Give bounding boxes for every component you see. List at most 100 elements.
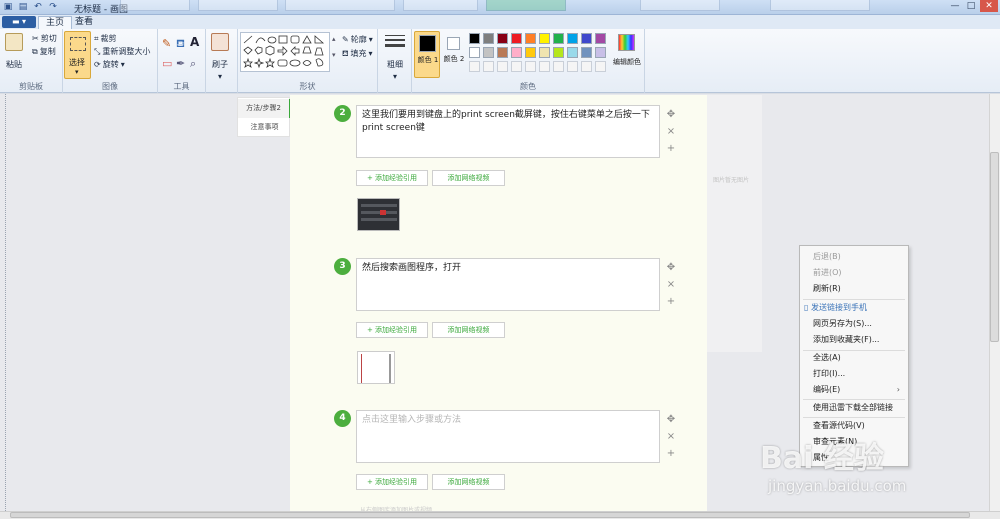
- minimize-button[interactable]: —: [948, 0, 962, 12]
- copy-button[interactable]: ⧉ 复制: [32, 46, 56, 57]
- color-swatch[interactable]: [469, 47, 480, 58]
- fill-bucket-icon[interactable]: ⛾: [176, 37, 185, 52]
- pencil-icon[interactable]: ✎: [162, 37, 171, 50]
- taskbar-tab[interactable]: [285, 0, 395, 11]
- context-thunder-download[interactable]: 使用迅雷下载全部链接: [800, 400, 908, 416]
- taskbar-tab[interactable]: [403, 0, 478, 11]
- text-tool-icon[interactable]: A: [190, 35, 199, 49]
- custom-color-slot[interactable]: [469, 61, 480, 72]
- step-text-box[interactable]: 点击这里输入步骤或方法: [356, 410, 660, 463]
- color-swatch[interactable]: [525, 47, 536, 58]
- color-swatch[interactable]: [539, 47, 550, 58]
- color-swatch[interactable]: [469, 33, 480, 44]
- undo-icon[interactable]: ↶: [32, 1, 44, 13]
- remove-icon[interactable]: ×: [666, 126, 676, 137]
- step-text-box[interactable]: 然后搜索画图程序，打开: [356, 258, 660, 311]
- color-swatch[interactable]: [581, 47, 592, 58]
- custom-color-slot[interactable]: [511, 61, 522, 72]
- add-quote-button[interactable]: + 添加经验引用: [356, 170, 428, 186]
- color-swatch[interactable]: [567, 33, 578, 44]
- paste-button[interactable]: 粘贴: [5, 33, 23, 70]
- horizontal-scroll-thumb[interactable]: [10, 512, 970, 518]
- add-icon[interactable]: +: [666, 143, 676, 154]
- edit-colors-button[interactable]: 编辑颜色: [611, 31, 643, 78]
- crop-button[interactable]: ⌗ 裁剪: [94, 33, 117, 44]
- color-picker-icon[interactable]: ✒: [176, 57, 185, 70]
- add-quote-button[interactable]: + 添加经验引用: [356, 474, 428, 490]
- shapes-gallery[interactable]: [240, 32, 330, 72]
- color-swatch[interactable]: [511, 47, 522, 58]
- custom-color-slot[interactable]: [525, 61, 536, 72]
- color-swatch[interactable]: [595, 33, 606, 44]
- paint-app-icon[interactable]: ▣: [2, 1, 14, 13]
- custom-color-slot[interactable]: [539, 61, 550, 72]
- maximize-button[interactable]: □: [964, 0, 978, 12]
- shapes-scroll-up-icon[interactable]: ▴: [332, 35, 336, 43]
- custom-color-slot[interactable]: [497, 61, 508, 72]
- remove-icon[interactable]: ×: [666, 279, 676, 290]
- outline-button[interactable]: ✎ 轮廓 ▾: [342, 34, 373, 45]
- fill-button[interactable]: ⛾ 填充 ▾: [342, 48, 373, 59]
- brushes-button[interactable]: 刷子 ▾: [211, 33, 229, 81]
- context-refresh[interactable]: 刷新(R): [800, 281, 908, 297]
- color-swatch[interactable]: [581, 33, 592, 44]
- custom-color-slot[interactable]: [553, 61, 564, 72]
- remove-icon[interactable]: ×: [666, 431, 676, 442]
- color-swatch[interactable]: [483, 33, 494, 44]
- color-swatch[interactable]: [553, 47, 564, 58]
- select-button[interactable]: 选择 ▾: [64, 31, 91, 79]
- color-swatch[interactable]: [525, 33, 536, 44]
- add-video-button[interactable]: 添加网络视频: [432, 170, 505, 186]
- tab-home[interactable]: 主页: [38, 16, 73, 29]
- rotate-button[interactable]: ⟳ 旋转 ▾: [94, 59, 125, 70]
- nav-item-steps[interactable]: 方法/步骤2: [238, 99, 291, 118]
- save-icon[interactable]: ▤: [17, 1, 29, 13]
- add-video-button[interactable]: 添加网络视频: [432, 474, 505, 490]
- taskbar-tab[interactable]: [198, 0, 278, 11]
- eraser-icon[interactable]: ▭: [162, 57, 172, 70]
- custom-color-slot[interactable]: [581, 61, 592, 72]
- color1-button[interactable]: 颜色 1: [414, 31, 440, 78]
- context-forward[interactable]: 前进(O): [800, 265, 908, 281]
- redo-icon[interactable]: ↷: [47, 1, 59, 13]
- context-select-all[interactable]: 全选(A): [800, 350, 908, 366]
- size-button[interactable]: 粗细 ▾: [384, 33, 406, 81]
- cut-button[interactable]: ✂ 剪切: [32, 33, 57, 44]
- step-text-box[interactable]: 这里我们要用到键盘上的print screen截屏键，按住右键菜单之后按一下pr…: [356, 105, 660, 158]
- resize-button[interactable]: ⤡ 重新调整大小: [94, 46, 150, 57]
- color-swatch[interactable]: [497, 47, 508, 58]
- move-icon[interactable]: ✥: [666, 414, 676, 425]
- color-swatch[interactable]: [483, 47, 494, 58]
- move-icon[interactable]: ✥: [666, 109, 676, 120]
- custom-color-slot[interactable]: [595, 61, 606, 72]
- shapes-scroll-down-icon[interactable]: ▾: [332, 51, 336, 59]
- step-image-thumbnail[interactable]: [357, 351, 395, 384]
- magnifier-icon[interactable]: ⌕: [190, 57, 196, 71]
- add-icon[interactable]: +: [666, 296, 676, 307]
- color-swatch[interactable]: [539, 33, 550, 44]
- taskbar-tab[interactable]: [770, 0, 870, 11]
- nav-item-notes[interactable]: 注意事项: [238, 118, 291, 137]
- taskbar-tab[interactable]: [120, 0, 190, 11]
- add-quote-button[interactable]: + 添加经验引用: [356, 322, 428, 338]
- context-encoding[interactable]: 编码(E) ›: [800, 382, 908, 398]
- custom-color-slot[interactable]: [483, 61, 494, 72]
- context-view-source[interactable]: 查看源代码(V): [800, 418, 908, 434]
- context-print[interactable]: 打印(I)...: [800, 366, 908, 382]
- taskbar-tab[interactable]: [640, 0, 720, 11]
- color-swatch[interactable]: [553, 33, 564, 44]
- close-button[interactable]: ✕: [980, 0, 998, 12]
- context-back[interactable]: 后退(B): [800, 249, 908, 265]
- vertical-scroll-thumb[interactable]: [990, 152, 999, 342]
- add-video-button[interactable]: 添加网络视频: [432, 322, 505, 338]
- taskbar-tab-active[interactable]: [486, 0, 566, 11]
- context-send-to-phone[interactable]: ▯ 发送链接到手机: [800, 300, 908, 316]
- color-swatch[interactable]: [497, 33, 508, 44]
- color-swatch[interactable]: [567, 47, 578, 58]
- custom-color-slot[interactable]: [567, 61, 578, 72]
- color-swatch[interactable]: [511, 33, 522, 44]
- color-swatch[interactable]: [595, 47, 606, 58]
- add-icon[interactable]: +: [666, 448, 676, 459]
- tab-view[interactable]: 查看: [68, 16, 100, 29]
- color2-button[interactable]: 颜色 2: [442, 31, 466, 78]
